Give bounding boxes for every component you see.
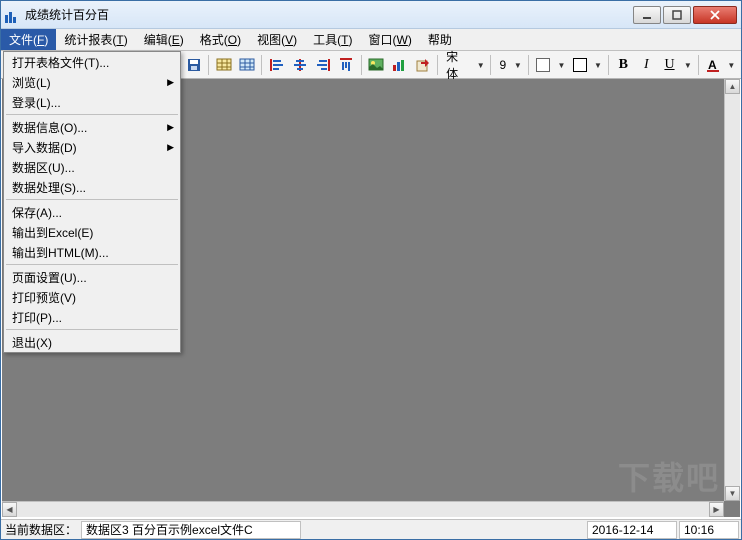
- scroll-left-icon[interactable]: ◀: [2, 502, 17, 517]
- font-size-label[interactable]: 9: [495, 58, 510, 72]
- align-center-icon[interactable]: [289, 54, 310, 76]
- submenu-arrow-icon: ▶: [167, 122, 174, 133]
- menu-data-process[interactable]: 数据处理(S)...: [4, 177, 180, 197]
- menu-report[interactable]: 统计报表(T): [56, 29, 135, 50]
- horizontal-scrollbar[interactable]: ◀ ▶: [2, 501, 724, 517]
- svg-text:A: A: [708, 58, 717, 72]
- menu-browse[interactable]: 浏览(L)▶: [4, 72, 180, 92]
- italic-button[interactable]: I: [636, 54, 657, 76]
- scroll-down-icon[interactable]: ▼: [725, 486, 740, 501]
- menu-open-file[interactable]: 打开表格文件(T)...: [4, 52, 180, 72]
- menu-data-region[interactable]: 数据区(U)...: [4, 157, 180, 177]
- menu-separator: [6, 329, 178, 330]
- menubar: 文件(F) 统计报表(T) 编辑(E) 格式(O) 视图(V) 工具(T) 窗口…: [1, 29, 741, 51]
- table2-icon[interactable]: [236, 54, 257, 76]
- window-title: 成绩统计百分百: [25, 6, 633, 23]
- app-window: 成绩统计百分百 文件(F) 统计报表(T) 编辑(E) 格式(O) 视图(V) …: [0, 0, 742, 540]
- menu-login[interactable]: 登录(L)...: [4, 92, 180, 112]
- menu-window[interactable]: 窗口(W): [361, 29, 420, 50]
- titlebar[interactable]: 成绩统计百分百: [1, 1, 741, 29]
- submenu-arrow-icon: ▶: [167, 77, 174, 88]
- menu-data-info[interactable]: 数据信息(O)...▶: [4, 117, 180, 137]
- status-region-value: 数据区3 百分百示例excel文件C: [81, 521, 301, 539]
- font-name-dropdown[interactable]: ▼: [475, 61, 486, 70]
- scroll-right-icon[interactable]: ▶: [709, 502, 724, 517]
- menu-tools[interactable]: 工具(T): [305, 29, 360, 50]
- image-icon[interactable]: [366, 54, 387, 76]
- menu-print-preview[interactable]: 打印预览(V): [4, 287, 180, 307]
- status-region-label: 当前数据区：: [1, 521, 81, 538]
- font-color-dropdown[interactable]: ▼: [726, 61, 737, 70]
- window-buttons: [633, 6, 737, 24]
- menu-edit[interactable]: 编辑(E): [136, 29, 192, 50]
- scroll-up-icon[interactable]: ▲: [725, 79, 740, 94]
- menu-file[interactable]: 文件(F): [1, 29, 56, 50]
- fill-color-icon[interactable]: [533, 54, 554, 76]
- minimize-button[interactable]: [633, 6, 661, 24]
- menu-separator: [6, 114, 178, 115]
- border-icon[interactable]: [569, 54, 590, 76]
- app-icon: [5, 7, 21, 23]
- close-button[interactable]: [693, 6, 737, 24]
- chart-icon[interactable]: [389, 54, 410, 76]
- status-time: 10:16: [679, 521, 739, 539]
- font-size-dropdown[interactable]: ▼: [512, 61, 523, 70]
- align-right-icon[interactable]: [313, 54, 334, 76]
- fill-color-dropdown[interactable]: ▼: [556, 61, 567, 70]
- statusbar: 当前数据区： 数据区3 百分百示例excel文件C 2016-12-14 10:…: [1, 519, 741, 539]
- menu-format[interactable]: 格式(O): [192, 29, 249, 50]
- vertical-scrollbar[interactable]: ▲ ▼: [724, 79, 740, 501]
- border-dropdown[interactable]: ▼: [592, 61, 603, 70]
- menu-save[interactable]: 保存(A)...: [4, 202, 180, 222]
- underline-dropdown[interactable]: ▼: [682, 61, 693, 70]
- menu-separator: [6, 199, 178, 200]
- align-left-icon[interactable]: [266, 54, 287, 76]
- menu-export-excel[interactable]: 输出到Excel(E): [4, 222, 180, 242]
- underline-button[interactable]: U: [659, 54, 680, 76]
- menu-import-data[interactable]: 导入数据(D)▶: [4, 137, 180, 157]
- table1-icon[interactable]: [213, 54, 234, 76]
- font-name-label[interactable]: 宋体: [442, 48, 473, 82]
- menu-view[interactable]: 视图(V): [249, 29, 305, 50]
- submenu-arrow-icon: ▶: [167, 142, 174, 153]
- menu-export-html[interactable]: 输出到HTML(M)...: [4, 242, 180, 262]
- export-icon[interactable]: [412, 54, 433, 76]
- menu-print[interactable]: 打印(P)...: [4, 307, 180, 327]
- maximize-button[interactable]: [663, 6, 691, 24]
- file-dropdown-menu: 打开表格文件(T)... 浏览(L)▶ 登录(L)... 数据信息(O)...▶…: [3, 51, 181, 353]
- menu-page-setup[interactable]: 页面设置(U)...: [4, 267, 180, 287]
- font-color-icon[interactable]: A: [702, 54, 723, 76]
- align-top-icon[interactable]: [336, 54, 357, 76]
- menu-exit[interactable]: 退出(X): [4, 332, 180, 352]
- menu-help[interactable]: 帮助: [420, 29, 460, 50]
- save-icon[interactable]: [183, 54, 204, 76]
- bold-button[interactable]: B: [613, 54, 634, 76]
- watermark-text: 下载吧: [618, 453, 720, 499]
- status-date: 2016-12-14: [587, 521, 677, 539]
- menu-separator: [6, 264, 178, 265]
